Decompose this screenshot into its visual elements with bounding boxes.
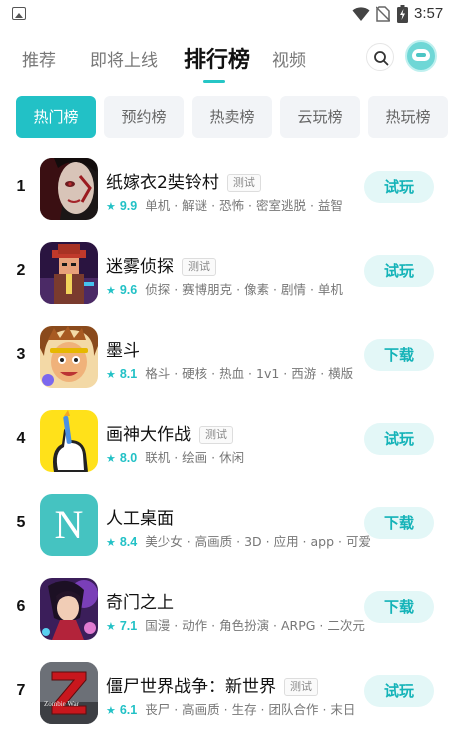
star-icon: ★	[106, 536, 116, 549]
test-badge: 测试	[226, 174, 261, 192]
star-icon: ★	[106, 704, 116, 717]
chip-hot-play[interactable]: 热玩榜	[368, 96, 448, 138]
tab-recommend[interactable]: 推荐	[22, 46, 56, 71]
game-title: 画神大作战 测试	[106, 420, 233, 445]
list-item[interactable]: 7 Zombie War 僵尸世界战争：新世界 测试 ★ 6.1 丧尸 · 高画质…	[0, 652, 450, 730]
rank-number: 2	[16, 262, 26, 279]
star-icon: ★	[106, 200, 116, 213]
game-title: 纸嫁衣2奘铃村 测试	[106, 168, 261, 193]
game-tags: 侦探 · 赛博朋克 · 像素 · 剧情 · 单机	[145, 282, 343, 297]
list-item[interactable]: 3 墨斗 ★ 8.1 格斗 · 硬核 · 热血 · 1v1 · 西游 · 横版 …	[0, 316, 450, 400]
game-name-text: 画神大作战	[106, 425, 191, 445]
clock: 3:57	[414, 5, 444, 22]
game-meta: ★ 8.1 格斗 · 硬核 · 热血 · 1v1 · 西游 · 横版	[106, 363, 353, 382]
game-name-text: 纸嫁衣2奘铃村	[106, 173, 219, 193]
game-title: 墨斗	[106, 336, 140, 361]
wifi-icon	[352, 7, 370, 21]
download-button[interactable]: 下载	[364, 339, 434, 371]
game-name-text: 僵尸世界战争：新世界	[106, 677, 276, 697]
rank-number: 1	[16, 178, 26, 195]
list-item[interactable]: 4 画神大作战 测试 ★ 8.0 联机 · 绘画 · 休闲 试玩	[0, 400, 450, 484]
chip-bestseller[interactable]: 热卖榜	[192, 96, 272, 138]
game-tags: 格斗 · 硬核 · 热血 · 1v1 · 西游 · 横版	[145, 366, 354, 381]
rating-score: 8.0	[119, 451, 138, 465]
test-badge: 测试	[199, 426, 233, 444]
rank-number: 3	[16, 346, 26, 363]
rank-number: 5	[16, 514, 26, 531]
download-button[interactable]: 下载	[364, 591, 434, 623]
tab-ranking[interactable]: 排行榜	[184, 42, 250, 74]
game-title: 奇门之上	[106, 588, 174, 613]
rating-score: 8.4	[119, 535, 138, 549]
rating-score: 7.1	[119, 619, 138, 633]
game-tags: 丧尸 · 高画质 · 生存 · 团队合作 · 末日	[145, 702, 356, 717]
game-title: 迷雾侦探 测试	[106, 252, 216, 277]
game-icon	[40, 578, 98, 640]
app-logo-letter: N	[54, 502, 84, 547]
game-tags: 单机 · 解谜 · 恐怖 · 密室逃脱 · 益智	[145, 198, 343, 213]
try-play-button[interactable]: 试玩	[364, 423, 434, 455]
game-icon	[40, 326, 98, 388]
star-icon: ★	[106, 620, 116, 633]
game-icon: Zombie War	[40, 662, 98, 724]
rank-number: 6	[16, 598, 26, 615]
game-icon: N	[40, 494, 98, 556]
rating-score: 6.1	[119, 703, 138, 717]
game-title: 人工桌面	[106, 504, 174, 529]
rank-number: 4	[16, 430, 26, 447]
star-icon: ★	[106, 368, 116, 381]
game-title: 僵尸世界战争：新世界 测试	[106, 672, 318, 697]
download-button[interactable]: 下载	[364, 507, 434, 539]
active-tab-indicator	[203, 80, 225, 83]
battery-icon	[397, 5, 408, 23]
star-icon: ★	[106, 452, 116, 465]
search-icon	[374, 51, 389, 66]
game-meta: ★ 8.0 联机 · 绘画 · 休闲	[106, 447, 244, 466]
game-icon-caption: Zombie War	[44, 700, 79, 708]
rating-score: 9.6	[119, 283, 138, 297]
game-meta: ★ 8.4 美少女 · 高画质 · 3D · 应用 · app · 可爱	[106, 531, 371, 550]
chip-hot[interactable]: 热门榜	[16, 96, 96, 138]
chip-reserve[interactable]: 预约榜	[104, 96, 184, 138]
list-item[interactable]: 6 奇门之上 ★ 7.1 国漫 · 动作 · 角色扮演 · ARPG · 二次元…	[0, 568, 450, 652]
game-icon	[40, 410, 98, 472]
game-tags: 国漫 · 动作 · 角色扮演 · ARPG · 二次元	[145, 618, 365, 633]
tab-video[interactable]: 视频	[272, 46, 306, 71]
status-bar: 3:57	[0, 0, 450, 28]
image-icon	[12, 7, 26, 20]
try-play-button[interactable]: 试玩	[364, 255, 434, 287]
game-meta: ★ 7.1 国漫 · 动作 · 角色扮演 · ARPG · 二次元	[106, 615, 365, 634]
test-badge: 测试	[182, 258, 216, 276]
star-icon: ★	[106, 284, 116, 297]
game-icon	[40, 158, 98, 220]
game-name-text: 奇门之上	[106, 593, 174, 613]
rating-score: 8.1	[119, 367, 138, 381]
game-name-text: 迷雾侦探	[106, 257, 174, 277]
try-play-button[interactable]: 试玩	[364, 675, 434, 707]
game-meta: ★ 9.9 单机 · 解谜 · 恐怖 · 密室逃脱 · 益智	[106, 195, 343, 214]
game-tags: 美少女 · 高画质 · 3D · 应用 · app · 可爱	[145, 534, 371, 549]
game-name-text: 人工桌面	[106, 509, 174, 529]
chip-cloud[interactable]: 云玩榜	[280, 96, 360, 138]
rank-number: 7	[16, 682, 26, 699]
game-tags: 联机 · 绘画 · 休闲	[145, 450, 245, 465]
search-button[interactable]	[366, 43, 394, 71]
list-item[interactable]: 2 迷雾侦探测试 ★ 9.6 侦探 · 赛博朋克 · 像素 · 剧情 · 单机	[0, 232, 450, 316]
ranking-category-chips: 热门榜 预约榜 热卖榜 云玩榜 热玩榜	[0, 96, 450, 140]
no-sim-icon	[376, 6, 390, 22]
list-item[interactable]: 5 N 人工桌面 ★ 8.4 美少女 · 高画质 · 3D · 应用 · app…	[0, 484, 450, 568]
top-tab-bar: 推荐 即将上线 排行榜 视频	[0, 38, 450, 84]
tab-upcoming[interactable]: 即将上线	[90, 46, 158, 71]
game-meta: ★ 6.1 丧尸 · 高画质 · 生存 · 团队合作 · 末日	[106, 699, 355, 718]
user-avatar[interactable]	[405, 40, 437, 72]
game-meta: ★ 9.6 侦探 · 赛博朋克 · 像素 · 剧情 · 单机	[106, 279, 343, 298]
game-name-text: 墨斗	[106, 341, 140, 361]
list-item[interactable]: 1 纸嫁衣2奘铃村 测试 ★ 9.9 单机 · 解谜 · 恐怖 · 密室逃脱 · …	[0, 148, 450, 232]
test-badge: 测试	[284, 678, 318, 696]
rating-score: 9.9	[119, 199, 138, 213]
try-play-button[interactable]: 试玩	[364, 171, 434, 203]
game-icon	[40, 242, 98, 304]
